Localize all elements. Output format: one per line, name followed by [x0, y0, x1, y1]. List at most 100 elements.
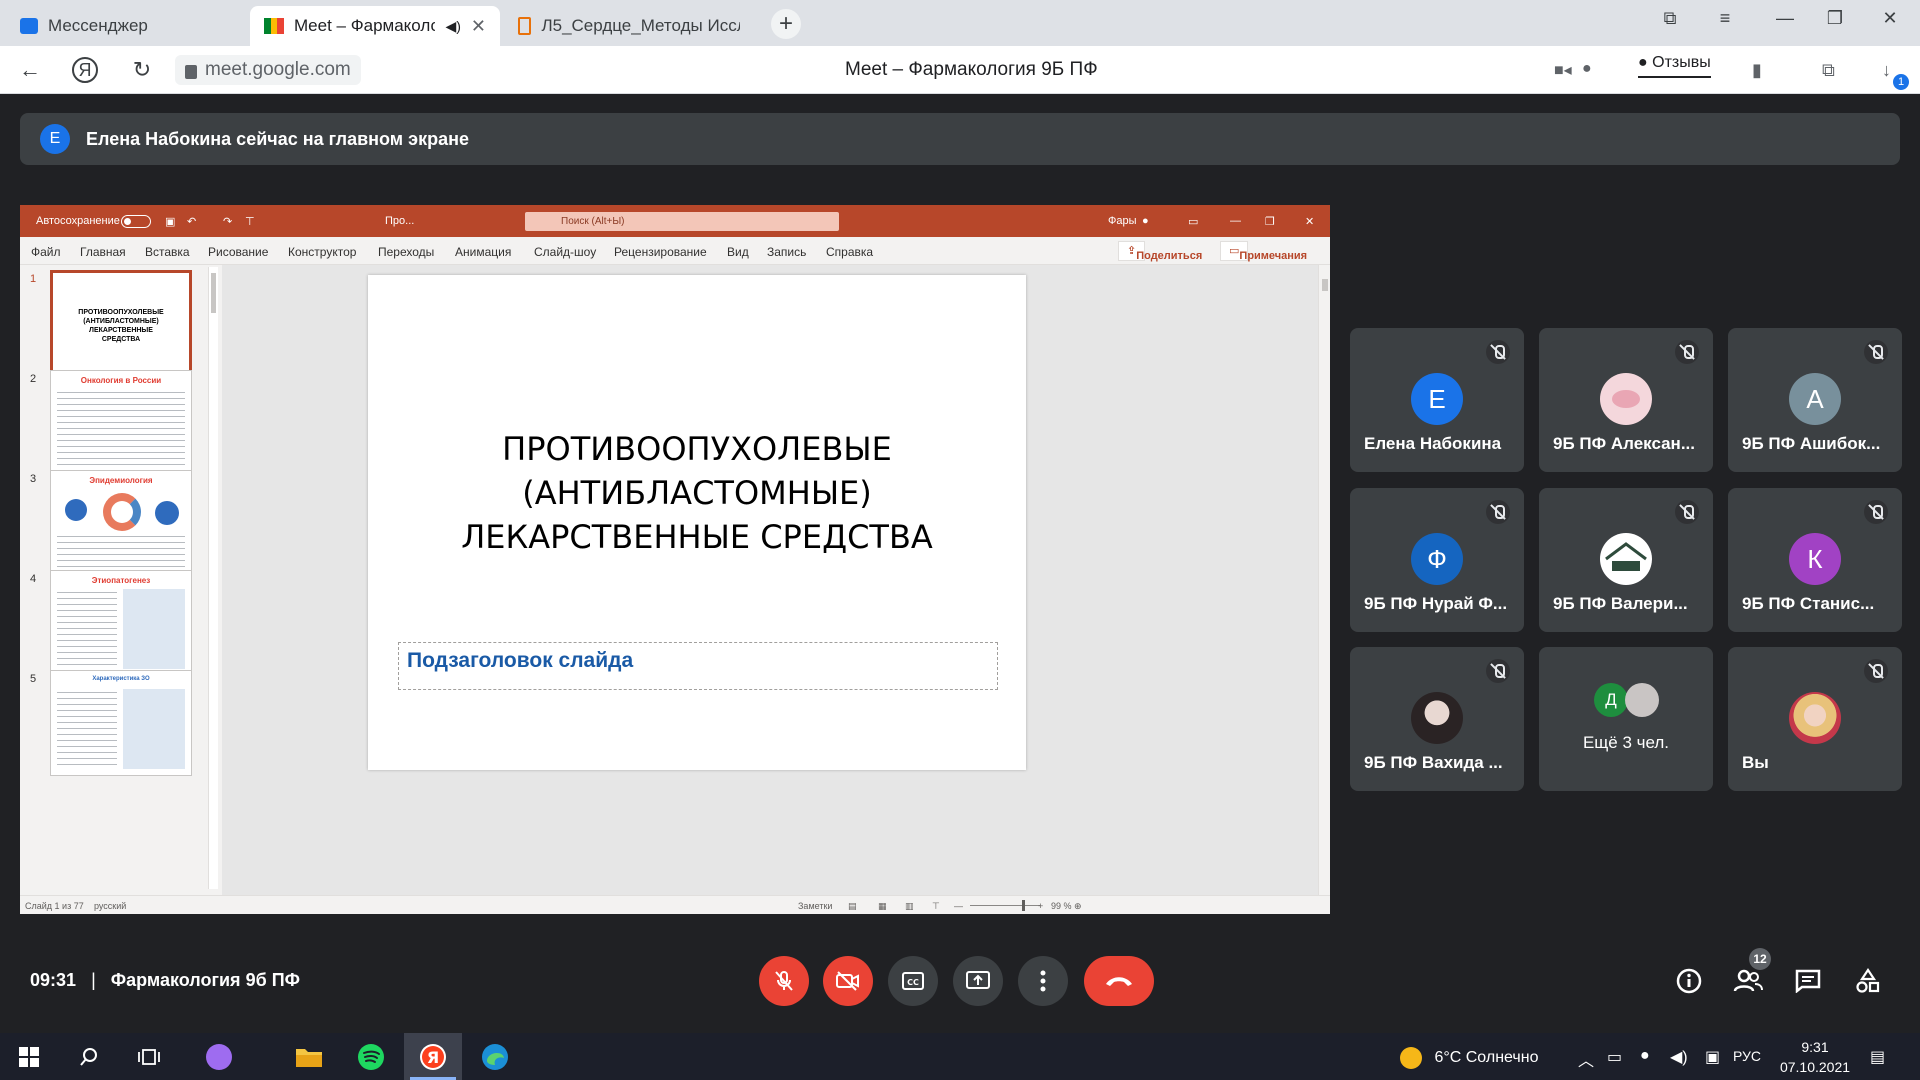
- file-explorer-button[interactable]: [280, 1033, 338, 1080]
- search-input[interactable]: Поиск (Alt+Ы): [525, 212, 839, 231]
- menu-home[interactable]: Главная: [80, 245, 126, 259]
- ribbon-display-icon[interactable]: ▭: [1188, 215, 1198, 228]
- input-language[interactable]: РУС: [1733, 1048, 1761, 1064]
- clock[interactable]: 9:31 07.10.2021: [1775, 1037, 1855, 1077]
- tab-meet[interactable]: Meet – Фармакология 9Б ПФ ◀) ✕: [250, 6, 500, 46]
- more-options-button[interactable]: [1018, 956, 1068, 1006]
- menu-transitions[interactable]: Переходы: [378, 245, 434, 259]
- leave-call-button[interactable]: [1084, 956, 1154, 1006]
- menu-record[interactable]: Запись: [767, 245, 806, 259]
- thumbnail-scrollbar[interactable]: [208, 267, 218, 889]
- slide-thumbnail-3[interactable]: Эпидемиология: [50, 470, 192, 576]
- alice-button[interactable]: [190, 1033, 248, 1080]
- menu-animation[interactable]: Анимация: [455, 245, 511, 259]
- weather-widget[interactable]: 6°C Солнечно: [1400, 1047, 1538, 1069]
- menu-file[interactable]: Файл: [31, 245, 61, 259]
- slide-thumbnail-4[interactable]: Этиопатогенез: [50, 570, 192, 676]
- pp-restore-icon[interactable]: ❐: [1265, 215, 1275, 228]
- current-slide[interactable]: ПРОТИВООПУХОЛЕВЫЕ (АНТИБЛАСТОМНЫЕ) ЛЕКАР…: [368, 275, 1026, 770]
- participants-button[interactable]: [1733, 966, 1763, 996]
- tab-lecture[interactable]: Л5_Сердце_Методы Иссле: [504, 6, 754, 46]
- normal-view-icon[interactable]: ▤: [848, 901, 857, 912]
- sorter-view-icon[interactable]: ▦: [878, 901, 887, 912]
- participant-tile[interactable]: К 9Б ПФ Станис...: [1728, 488, 1902, 632]
- user-name[interactable]: Фары: [1108, 215, 1137, 227]
- camera-icon[interactable]: ■◂: [1554, 60, 1572, 80]
- fit-slide-icon[interactable]: ⊕: [1074, 901, 1082, 912]
- captions-button[interactable]: CC: [888, 956, 938, 1006]
- reload-icon[interactable]: ↻: [128, 57, 156, 83]
- slideshow-view-icon[interactable]: ⊤: [932, 901, 940, 912]
- activities-button[interactable]: [1853, 966, 1883, 996]
- zoom-level[interactable]: 99 %: [1051, 901, 1072, 911]
- reading-view-icon[interactable]: ▥: [905, 901, 914, 912]
- menu-icon[interactable]: ≡: [1710, 8, 1740, 29]
- restore-icon[interactable]: ❐: [1820, 8, 1850, 29]
- edge-button[interactable]: [466, 1033, 524, 1080]
- back-icon[interactable]: ←: [16, 57, 44, 83]
- subtitle-placeholder[interactable]: Подзаголовок слайда: [398, 642, 998, 690]
- share-button[interactable]: ⇪ Поделиться: [1118, 241, 1202, 262]
- spotify-button[interactable]: [342, 1033, 400, 1080]
- yandex-browser-button[interactable]: Я: [404, 1033, 462, 1080]
- microphone-tray-icon[interactable]: ●: [1640, 1047, 1650, 1065]
- slide-thumbnail-1[interactable]: ПРОТИВООПУХОЛЕВЫЕ (АНТИБЛАСТОМНЫЕ) ЛЕКАР…: [50, 270, 192, 376]
- participant-tile[interactable]: 9Б ПФ Валери...: [1539, 488, 1713, 632]
- participant-tile[interactable]: Вы: [1728, 647, 1902, 791]
- close-tab-icon[interactable]: ✕: [471, 16, 486, 37]
- search-button[interactable]: [60, 1033, 118, 1080]
- tab-messenger[interactable]: Мессенджер: [6, 6, 246, 46]
- feedback-button[interactable]: ● Отзывы: [1638, 54, 1711, 78]
- meeting-details-button[interactable]: [1674, 966, 1704, 996]
- participant-tile[interactable]: Ф 9Б ПФ Нурай Ф...: [1350, 488, 1524, 632]
- pp-minimize-icon[interactable]: —: [1230, 215, 1241, 227]
- volume-icon[interactable]: ◀): [1670, 1047, 1688, 1067]
- close-window-icon[interactable]: ✕: [1875, 8, 1905, 29]
- camera-toggle-button[interactable]: [823, 956, 873, 1006]
- network-icon[interactable]: ▭: [1607, 1047, 1622, 1067]
- zoom-slider[interactable]: [970, 900, 1040, 911]
- redo-icon[interactable]: ↷: [223, 215, 232, 228]
- notifications-icon[interactable]: ▤: [1870, 1047, 1885, 1067]
- file-name[interactable]: Про...: [385, 215, 414, 227]
- show-hidden-icons[interactable]: ︿: [1578, 1047, 1594, 1071]
- slide-thumbnail-5[interactable]: Характеристика ЗО: [50, 670, 192, 776]
- present-icon[interactable]: ⊤: [245, 215, 255, 228]
- chat-button[interactable]: [1793, 966, 1823, 996]
- slide-scrollbar[interactable]: [1318, 265, 1330, 895]
- downloads-icon[interactable]: ↓: [1882, 60, 1891, 81]
- new-tab-button[interactable]: +: [771, 9, 801, 39]
- collections-icon[interactable]: ⧉: [1822, 60, 1835, 81]
- speaker-icon[interactable]: ◀): [445, 18, 460, 35]
- present-now-button[interactable]: [953, 956, 1003, 1006]
- menu-view[interactable]: Вид: [727, 245, 749, 259]
- menu-slideshow[interactable]: Слайд-шоу: [534, 245, 596, 259]
- url-field[interactable]: meet.google.com: [175, 55, 361, 85]
- participant-tile[interactable]: Е Елена Набокина: [1350, 328, 1524, 472]
- start-button[interactable]: [0, 1033, 58, 1080]
- participant-tile[interactable]: 9Б ПФ Вахида ...: [1350, 647, 1524, 791]
- undo-icon[interactable]: ↶: [187, 215, 196, 228]
- menu-review[interactable]: Рецензирование: [614, 245, 707, 259]
- comments-button[interactable]: ▭ Примечания: [1220, 241, 1307, 262]
- participant-tile[interactable]: 9Б ПФ Алексан...: [1539, 328, 1713, 472]
- bookmark-icon[interactable]: ▮: [1752, 60, 1762, 81]
- menu-insert[interactable]: Вставка: [145, 245, 190, 259]
- participant-tile[interactable]: А 9Б ПФ Ашибок...: [1728, 328, 1902, 472]
- bookmarks-panel-icon[interactable]: ⧉: [1655, 8, 1685, 29]
- camera-tray-icon[interactable]: ▣: [1705, 1047, 1720, 1067]
- menu-help[interactable]: Справка: [826, 245, 873, 259]
- pp-close-icon[interactable]: ✕: [1305, 215, 1314, 228]
- task-view-button[interactable]: [120, 1033, 178, 1080]
- mic-toggle-button[interactable]: [759, 956, 809, 1006]
- save-icon[interactable]: ▣: [165, 215, 175, 228]
- autosave-toggle[interactable]: [121, 215, 151, 228]
- notes-button[interactable]: Заметки: [798, 901, 832, 911]
- microphone-icon[interactable]: ●: [1582, 60, 1592, 78]
- zoom-in-icon[interactable]: +: [1038, 901, 1043, 911]
- minimize-icon[interactable]: —: [1770, 8, 1800, 29]
- menu-draw[interactable]: Рисование: [208, 245, 268, 259]
- zoom-out-icon[interactable]: —: [954, 901, 963, 911]
- slide-thumbnail-2[interactable]: Онкология в России: [50, 370, 192, 476]
- yandex-icon[interactable]: Я: [72, 57, 98, 83]
